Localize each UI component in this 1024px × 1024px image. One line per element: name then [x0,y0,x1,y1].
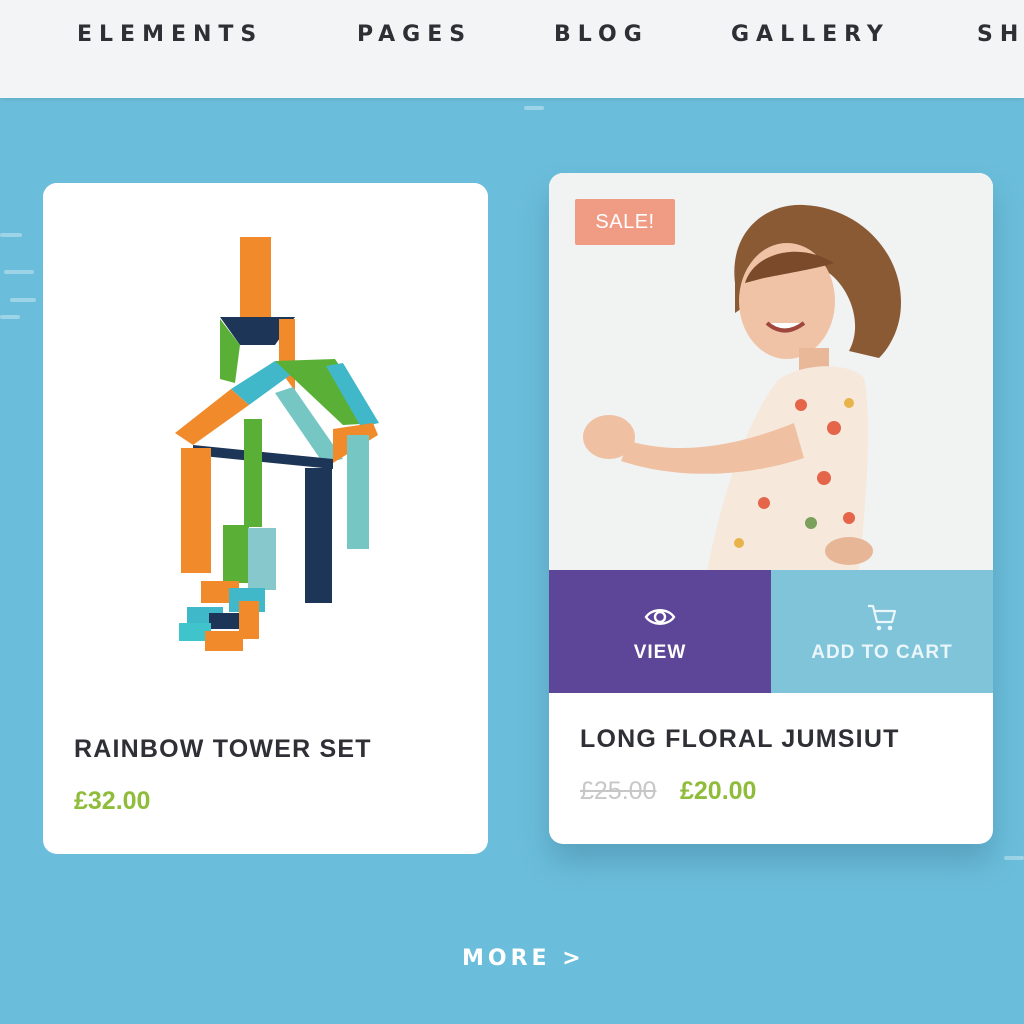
top-nav: ELEMENTS PAGES BLOG GALLERY SH [0,0,1024,98]
product-image-rainbow-tower[interactable] [43,183,488,703]
decor-dash [1004,856,1024,860]
product-price: £32.00 [74,787,151,815]
product-title[interactable]: LONG FLORAL JUMSIUT [580,725,900,754]
decor-dash [0,315,20,319]
cart-icon [868,604,897,630]
view-button[interactable]: VIEW [549,570,771,693]
product-price: £20.00 [680,777,757,805]
sale-badge: SALE! [575,199,675,245]
product-old-price: £25.00 [580,777,657,805]
nav-item-elements[interactable]: ELEMENTS [77,22,263,47]
product-card-floral-jumpsuit[interactable]: SALE! VIEW ADD TO CART LONG FLORAL JUMSI… [549,173,993,844]
decor-dash [4,270,34,274]
product-title[interactable]: RAINBOW TOWER SET [74,735,372,764]
nav-item-gallery[interactable]: GALLERY [731,22,890,47]
nav-item-shop[interactable]: SH [977,22,1024,47]
decor-dash [0,233,22,237]
more-link[interactable]: MORE > [462,946,585,971]
decor-dash [524,106,544,110]
eye-icon [644,608,676,625]
nav-item-blog[interactable]: BLOG [554,22,649,47]
view-button-label: VIEW [633,641,687,663]
add-to-cart-label: ADD TO CART [811,641,953,663]
product-card-rainbow-tower[interactable]: RAINBOW TOWER SET £32.00 [43,183,488,854]
add-to-cart-button[interactable]: ADD TO CART [771,570,993,693]
decor-dash [10,298,36,302]
nav-item-pages[interactable]: PAGES [357,22,472,47]
